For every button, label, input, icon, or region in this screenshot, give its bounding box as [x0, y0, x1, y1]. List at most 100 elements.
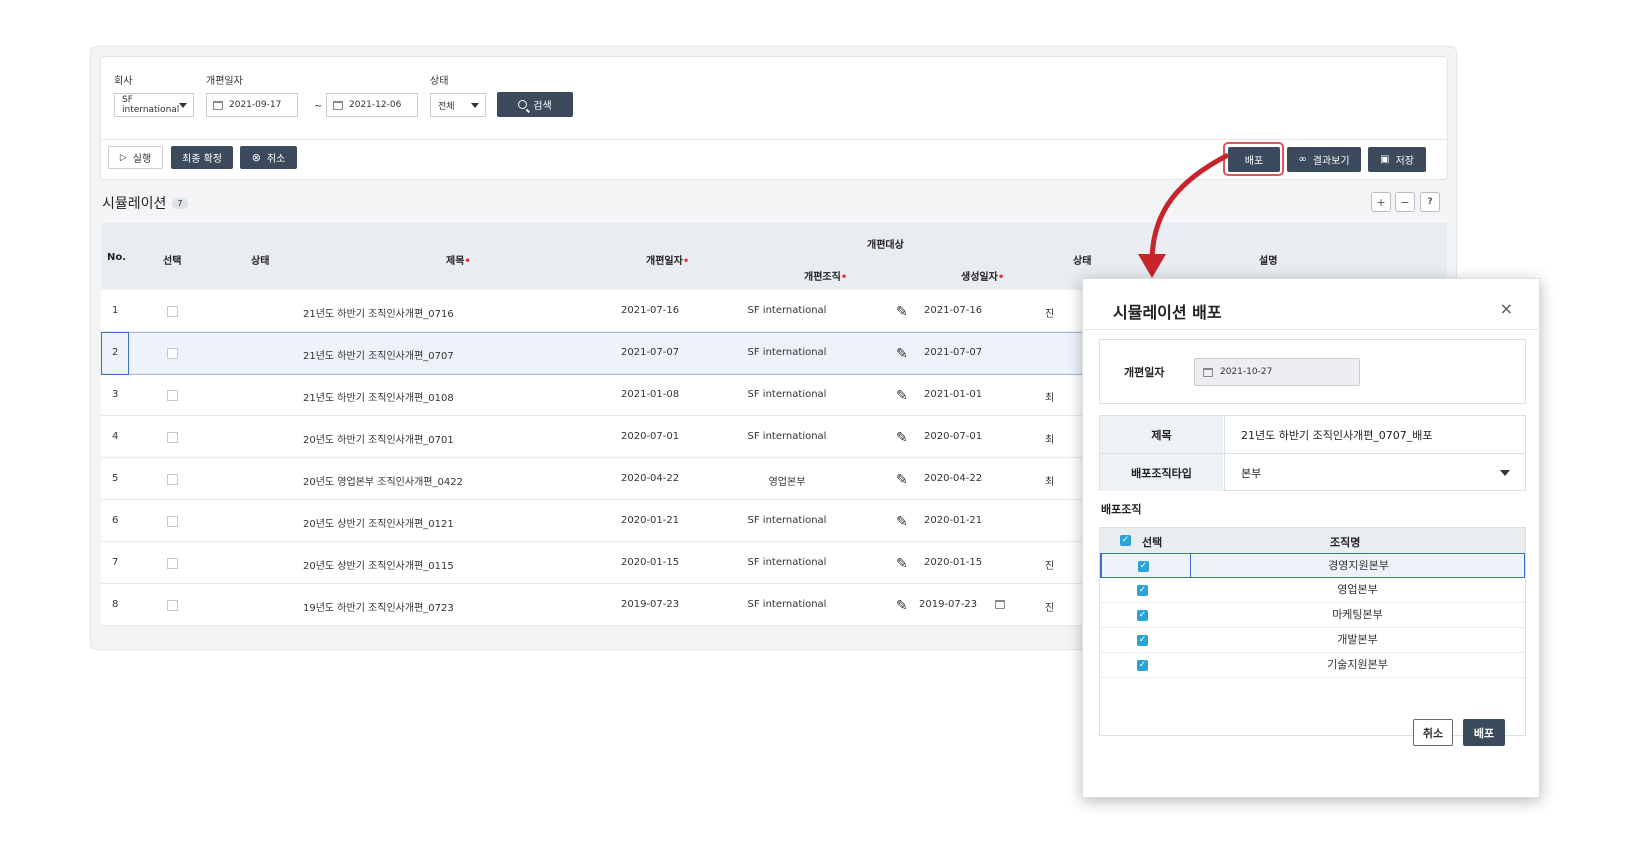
col-created: 생성일자•	[961, 268, 1004, 283]
date-to-input[interactable]: 2021-12-06	[326, 93, 418, 117]
row-checkbox[interactable]	[167, 474, 178, 485]
date-from-input[interactable]: 2021-09-17	[206, 93, 298, 117]
org-checkbox[interactable]: ✓	[1137, 660, 1148, 671]
final-confirm-label: 최종 확정	[182, 154, 222, 165]
row-org: SF international	[747, 431, 827, 442]
org-type-select[interactable]: 본부	[1224, 454, 1526, 491]
row-title[interactable]: 20년도 영업본부 조직인사개편_0422	[303, 473, 463, 488]
save-label: 저장	[1395, 156, 1414, 167]
focused-cell	[1101, 553, 1191, 578]
row-status: 최	[1045, 435, 1055, 446]
row-checkbox[interactable]	[167, 558, 178, 569]
row-checkbox[interactable]	[167, 306, 178, 317]
plus-icon: +	[1376, 195, 1386, 209]
calendar-icon	[1203, 367, 1213, 377]
col-select: 선택	[163, 256, 182, 267]
floppy-icon: ▣	[1380, 154, 1390, 165]
col-date-text: 개편일자	[646, 256, 683, 267]
row-checkbox[interactable]	[167, 600, 178, 611]
date-to-value: 2021-12-06	[349, 100, 402, 110]
company-select[interactable]: SF international	[114, 93, 194, 117]
org-name: 기술지원본부	[1327, 658, 1388, 671]
row-date: 2020-07-01	[621, 431, 680, 442]
org-row[interactable]: ✓ 기술지원본부	[1100, 653, 1525, 678]
row-created: 2021-01-01	[924, 389, 983, 400]
row-no: 4	[112, 431, 119, 442]
run-label: 실행	[132, 154, 152, 165]
org-checkbox[interactable]: ✓	[1137, 610, 1148, 621]
org-type-value: 본부	[1241, 466, 1262, 480]
row-created: 2020-01-15	[924, 557, 983, 568]
row-no: 8	[112, 599, 119, 610]
calendar-icon[interactable]	[995, 600, 1005, 609]
row-title[interactable]: 21년도 하반기 조직인사개편_0716	[303, 305, 454, 320]
row-checkbox[interactable]	[167, 390, 178, 401]
row-checkbox[interactable]	[167, 516, 178, 527]
dialog-divider	[1083, 329, 1541, 330]
row-status: 진	[1045, 561, 1055, 572]
cancel-circle-icon: ⊗	[251, 151, 261, 164]
pencil-icon[interactable]: ✎	[896, 472, 908, 488]
run-button[interactable]: ▷ 실행	[108, 146, 163, 169]
row-title[interactable]: 19년도 하반기 조직인사개편_0723	[303, 599, 454, 614]
row-created: 2021-07-16	[924, 305, 983, 316]
org-col-name: 조직명	[1330, 536, 1361, 549]
pencil-icon[interactable]: ✎	[896, 304, 908, 320]
row-no: 1	[112, 305, 119, 316]
cancel-label: 취소	[266, 154, 286, 165]
row-org: 영업본부	[768, 477, 806, 488]
row-no: 7	[112, 557, 119, 568]
help-button[interactable]: ?	[1420, 192, 1440, 212]
dialog-date-label: 개편일자	[1124, 366, 1165, 379]
close-icon[interactable]: ×	[1500, 299, 1513, 318]
count-badge: 7	[172, 197, 188, 209]
row-title[interactable]: 21년도 하반기 조직인사개편_0108	[303, 389, 454, 404]
pencil-icon[interactable]: ✎	[896, 430, 908, 446]
pencil-icon[interactable]: ✎	[896, 514, 908, 530]
row-title[interactable]: 20년도 상반기 조직인사개편_0115	[303, 557, 454, 572]
dialog-cancel-button[interactable]: 취소	[1413, 719, 1453, 746]
dialog-deploy-button[interactable]: 배포	[1463, 719, 1505, 746]
row-status: 최	[1045, 477, 1055, 488]
add-row-button[interactable]: +	[1371, 192, 1391, 212]
row-created: 2020-07-01	[924, 431, 983, 442]
row-title[interactable]: 20년도 상반기 조직인사개편_0121	[303, 515, 454, 530]
subject-field[interactable]: 21년도 하반기 조직인사개편_0707_배포	[1224, 416, 1526, 453]
col-no: No.	[107, 252, 127, 263]
row-created: 2020-01-21	[924, 515, 983, 526]
play-icon: ▷	[119, 152, 127, 163]
org-name: 영업본부	[1337, 583, 1378, 596]
row-no: 6	[112, 515, 119, 526]
col-desc: 설명	[1259, 256, 1278, 267]
org-checkbox[interactable]: ✓	[1137, 585, 1148, 596]
org-grid: ✓ 선택 조직명 ✓ 경영지원본부 ✓ 영업본부 ✓ 마케팅본부 ✓ 개발본부 ✓ 기술지원본부	[1099, 527, 1526, 736]
pencil-icon[interactable]: ✎	[896, 388, 908, 404]
row-checkbox[interactable]	[167, 432, 178, 443]
search-button[interactable]: 검색	[497, 92, 573, 117]
org-row[interactable]: ✓ 경영지원본부	[1100, 553, 1525, 578]
row-org: SF international	[747, 557, 827, 568]
date-box: 개편일자 2021-10-27	[1099, 339, 1526, 404]
org-checkbox[interactable]: ✓	[1137, 635, 1148, 646]
org-name: 개발본부	[1337, 633, 1378, 646]
chevron-down-icon	[1500, 470, 1510, 476]
dialog-date-input[interactable]: 2021-10-27	[1194, 358, 1360, 386]
final-confirm-button[interactable]: 최종 확정	[171, 146, 233, 169]
select-all-checkbox[interactable]: ✓	[1120, 535, 1131, 546]
view-result-button[interactable]: ∞ 결과보기	[1287, 147, 1361, 172]
org-section-label: 배포조직	[1101, 503, 1142, 516]
row-org: SF international	[747, 599, 827, 610]
col-status: 상태	[251, 256, 270, 267]
pencil-icon[interactable]: ✎	[896, 556, 908, 572]
status-select[interactable]: 전체	[430, 93, 486, 117]
cancel-toolbar-button[interactable]: ⊗ 취소	[240, 146, 297, 169]
org-row[interactable]: ✓ 마케팅본부	[1100, 603, 1525, 628]
section-title-text: 시뮬레이션	[102, 196, 167, 212]
org-grid-header: ✓ 선택 조직명	[1100, 528, 1525, 553]
save-button[interactable]: ▣ 저장	[1368, 147, 1426, 172]
remove-row-button[interactable]: −	[1395, 192, 1415, 212]
org-row[interactable]: ✓ 개발본부	[1100, 628, 1525, 653]
pencil-icon[interactable]: ✎	[896, 598, 908, 614]
org-row[interactable]: ✓ 영업본부	[1100, 578, 1525, 603]
row-title[interactable]: 20년도 하반기 조직인사개편_0701	[303, 431, 454, 446]
